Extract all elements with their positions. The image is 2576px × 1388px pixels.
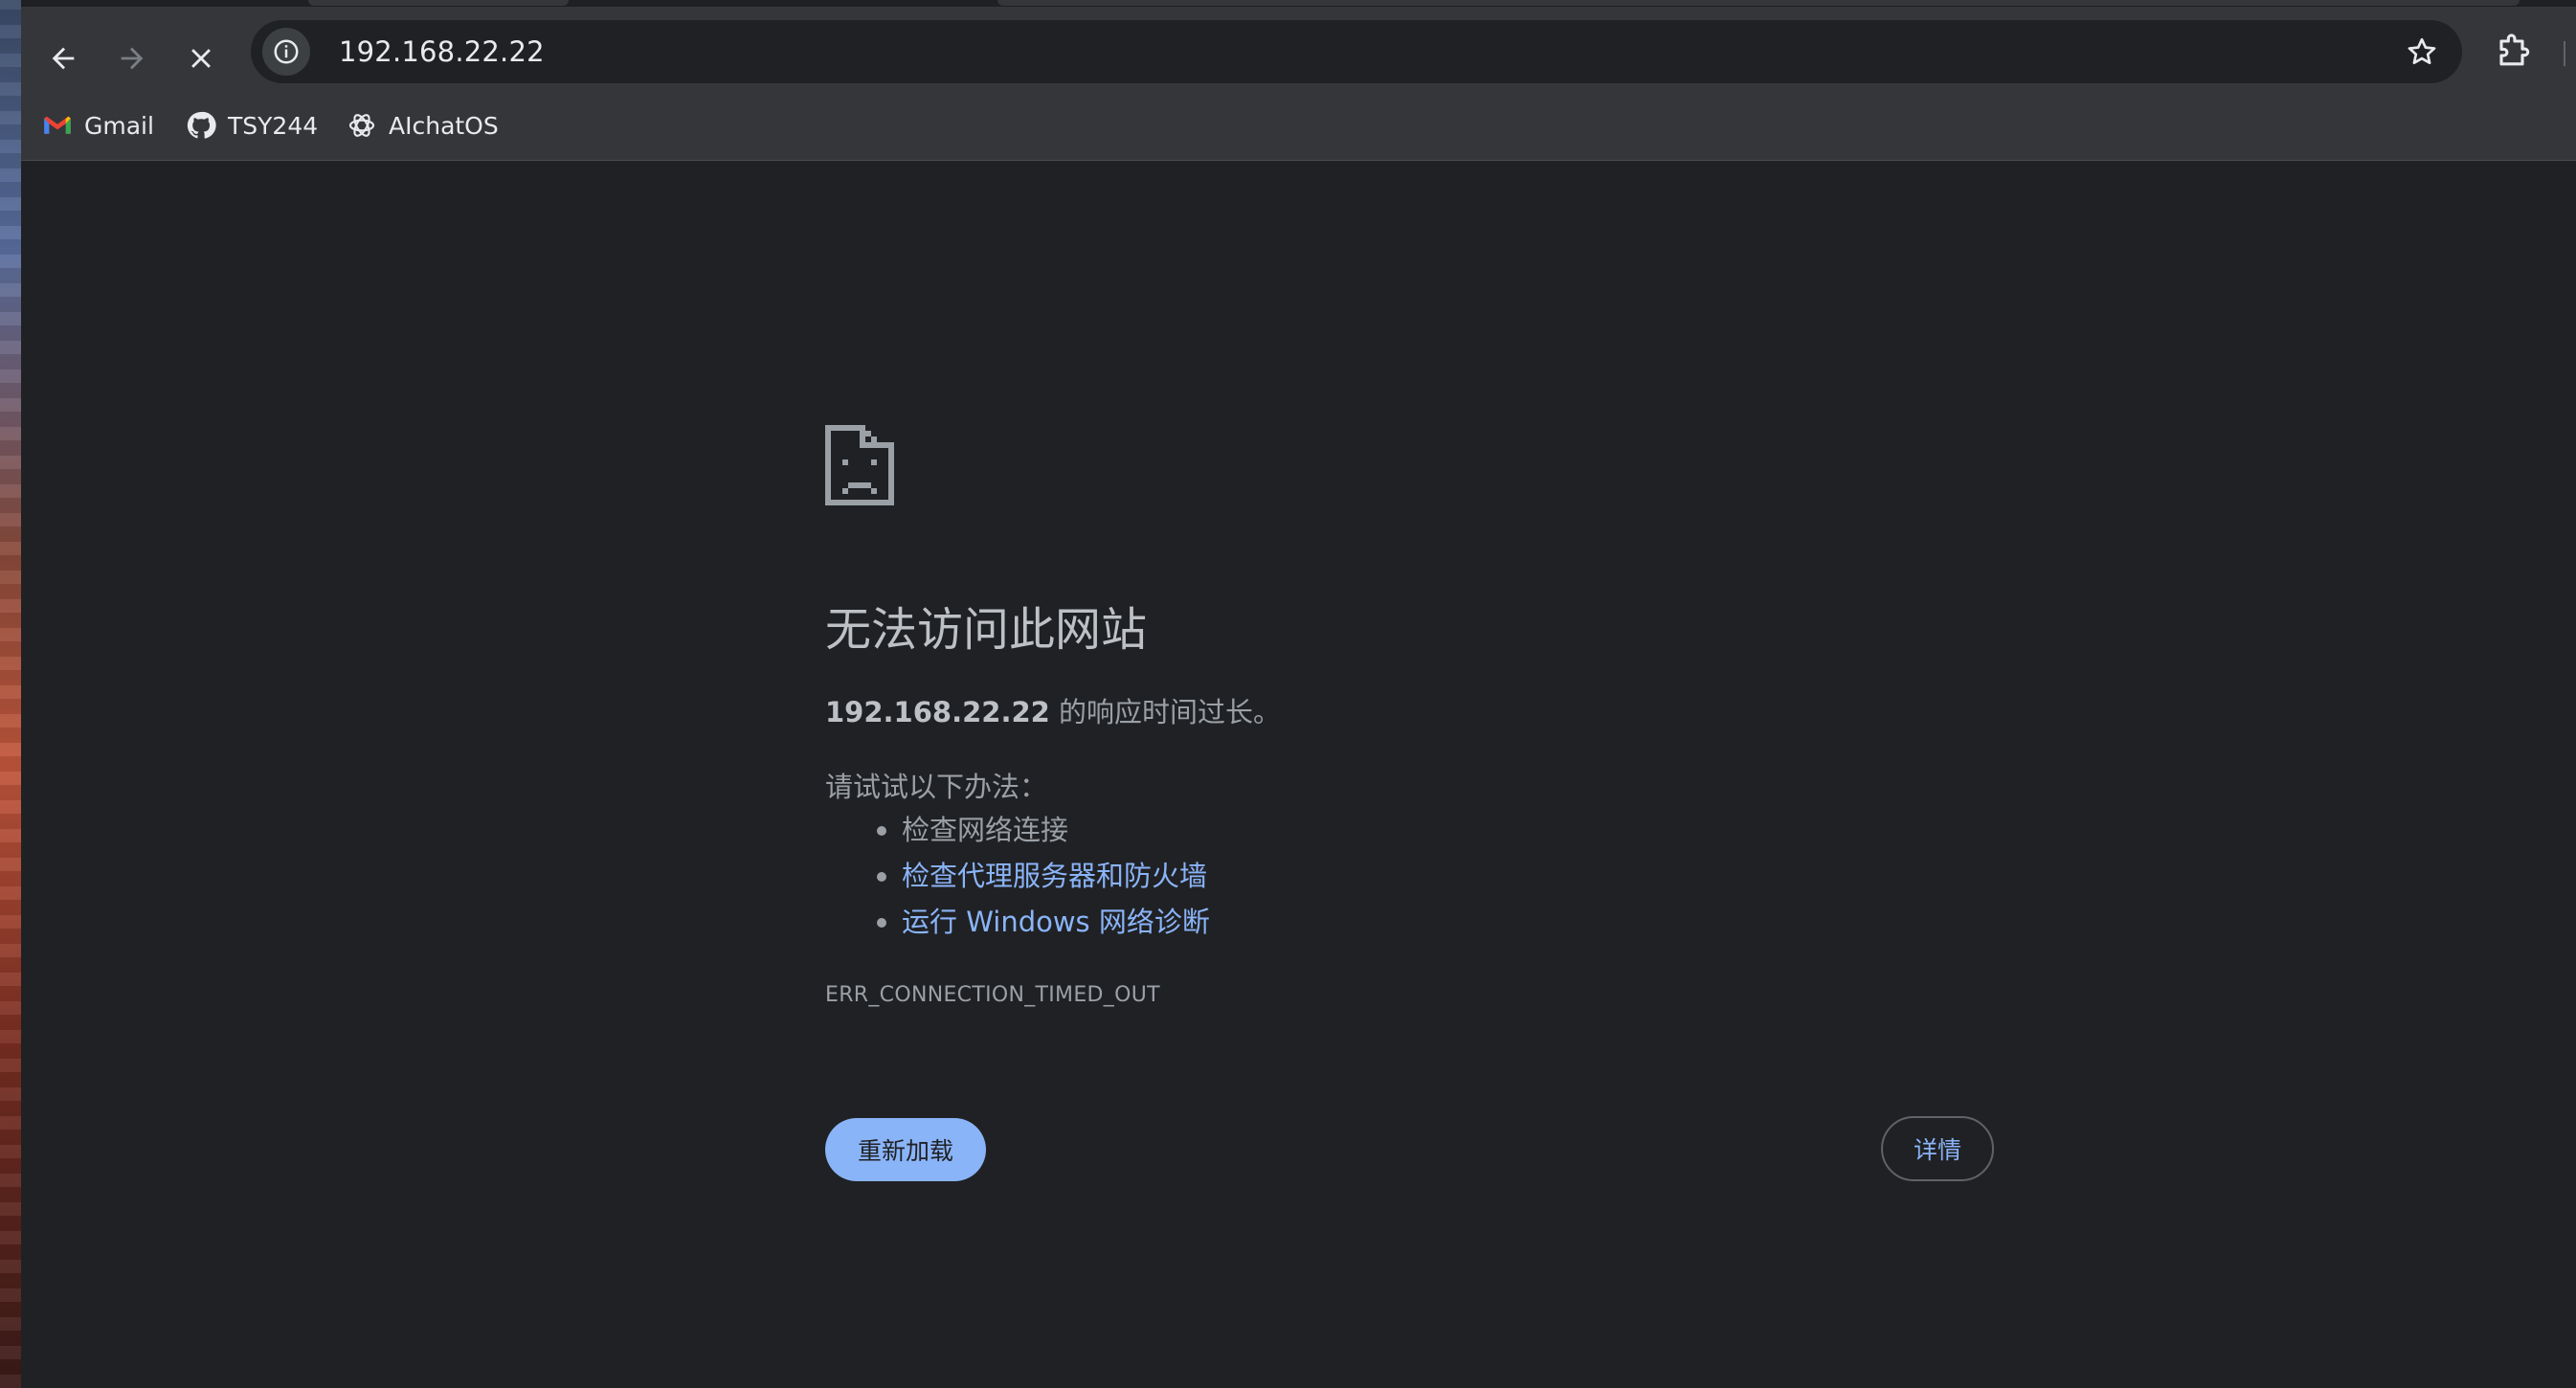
arrow-left-icon (52, 47, 75, 70)
error-code: ERR_CONNECTION_TIMED_OUT (825, 983, 1160, 1007)
url-text[interactable]: 192.168.22.22 (339, 20, 545, 83)
site-info-button[interactable] (262, 28, 310, 76)
gmail-icon (42, 110, 73, 141)
page-content: 无法访问此网站 192.168.22.22 的响应时间过长。 请试试以下办法： … (21, 161, 2576, 1388)
extensions-puzzle-icon[interactable] (2491, 31, 2533, 73)
suggestion-check-proxy-firewall-link[interactable]: 检查代理服务器和防火墙 (825, 853, 1210, 899)
bookmark-label: TSY244 (228, 111, 319, 140)
browser-toolbar: 192.168.22.22 (21, 7, 2576, 95)
github-icon (186, 110, 216, 141)
bookmark-aichatos[interactable]: AIchatOS (347, 104, 499, 146)
bookmark-tsy244[interactable]: TSY244 (186, 104, 318, 146)
forward-button[interactable] (103, 30, 161, 87)
sad-file-icon (825, 425, 894, 505)
bookmark-label: AIchatOS (389, 111, 499, 140)
tab-strip-edge (997, 0, 2520, 6)
browser-window: 192.168.22.22 Gmail TSY244 AIchatOS 无法访问… (21, 0, 2576, 1388)
arrow-right-icon (121, 47, 144, 70)
suggestion-windows-diagnostics-link[interactable]: 运行 Windows 网络诊断 (825, 899, 1210, 945)
suggestion-check-network: 检查网络连接 (825, 807, 1210, 853)
error-host: 192.168.22.22 (825, 696, 1050, 728)
back-button[interactable] (34, 30, 92, 87)
desktop-background (0, 0, 21, 1388)
toolbar-divider (2564, 41, 2565, 66)
bookmark-label: Gmail (84, 111, 154, 140)
error-description-text: 的响应时间过长。 (1049, 696, 1282, 728)
reload-button[interactable]: 重新加载 (825, 1118, 986, 1181)
info-icon (274, 39, 299, 64)
bookmark-gmail[interactable]: Gmail (42, 104, 154, 146)
tab-strip-edge (308, 0, 569, 6)
bookmarks-bar: Gmail TSY244 AIchatOS (21, 95, 2576, 161)
details-button[interactable]: 详情 (1881, 1116, 1994, 1181)
error-description: 192.168.22.22 的响应时间过长。 (825, 690, 1281, 730)
close-icon (191, 49, 211, 68)
suggestions-heading: 请试试以下办法： (825, 771, 1048, 803)
bookmark-star-icon[interactable] (2405, 34, 2439, 69)
error-title: 无法访问此网站 (825, 603, 1148, 657)
stop-loading-button[interactable] (172, 30, 230, 87)
address-bar[interactable]: 192.168.22.22 (251, 20, 2462, 83)
openai-icon (347, 110, 377, 141)
suggestions-list: 检查网络连接 检查代理服务器和防火墙 运行 Windows 网络诊断 (825, 807, 1210, 945)
